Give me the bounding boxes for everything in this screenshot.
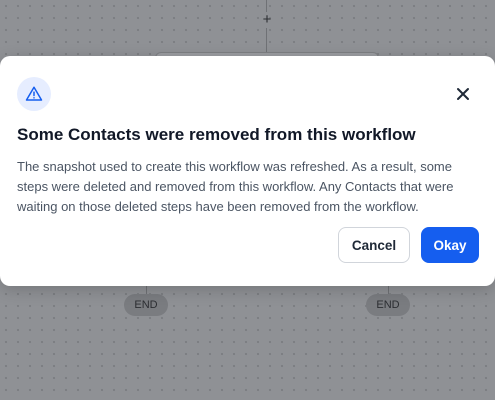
connector-line bbox=[146, 286, 147, 294]
warning-dialog: Some Contacts were removed from this wor… bbox=[0, 56, 495, 286]
add-step-button[interactable]: + bbox=[260, 12, 274, 28]
dialog-message: The snapshot used to create this workflo… bbox=[17, 159, 454, 214]
connector-line bbox=[266, 28, 267, 52]
connector-line bbox=[388, 286, 389, 294]
warning-triangle-icon bbox=[25, 86, 43, 101]
workflow-canvas: + END END Some Contacts were removed fro… bbox=[0, 0, 495, 400]
end-node-left: END bbox=[124, 294, 168, 316]
close-button[interactable] bbox=[453, 84, 473, 104]
cancel-button[interactable]: Cancel bbox=[338, 227, 410, 263]
end-node-right: END bbox=[366, 294, 410, 316]
okay-button[interactable]: Okay bbox=[421, 227, 479, 263]
dialog-title: Some Contacts were removed from this wor… bbox=[17, 125, 416, 144]
warning-icon-badge bbox=[17, 77, 51, 111]
close-icon bbox=[457, 88, 469, 100]
